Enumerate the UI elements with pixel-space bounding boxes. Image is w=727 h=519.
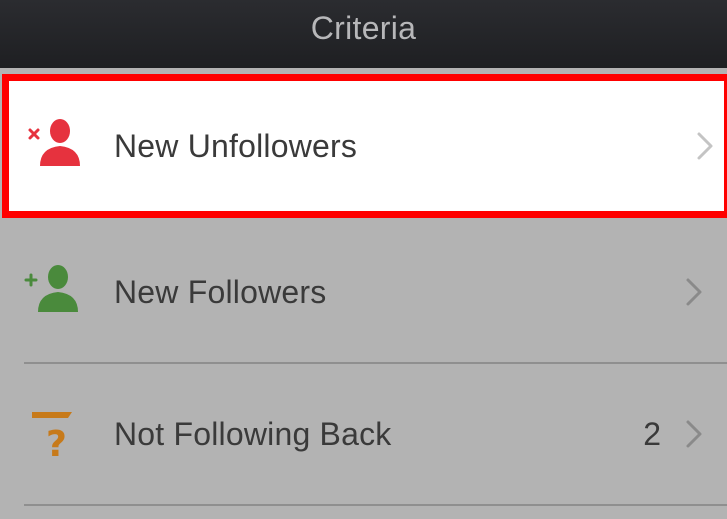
svg-text:?: ? <box>46 424 67 464</box>
row-separator <box>24 504 727 506</box>
navigation-bar: Criteria <box>0 0 727 68</box>
list-item-label: New Unfollowers <box>114 127 358 164</box>
list-item-new-followers[interactable]: New Followers <box>0 222 727 362</box>
list-item-new-unfollowers[interactable]: New Unfollowers <box>2 74 727 218</box>
chevron-right-icon <box>696 131 714 161</box>
chevron-right-icon <box>685 419 703 449</box>
list-item-not-following-back[interactable]: ? Not Following Back 2 <box>0 364 727 504</box>
list-item-label: Not Following Back <box>114 415 392 452</box>
count-badge: 2 <box>643 415 661 452</box>
question-user-icon: ? <box>24 404 84 465</box>
criteria-list: New Unfollowers New Followers ? Not Foll… <box>0 68 727 519</box>
chevron-right-icon <box>685 277 703 307</box>
page-title: Criteria <box>310 9 417 46</box>
list-item-label: New Followers <box>114 273 327 310</box>
add-user-icon <box>24 262 84 322</box>
remove-user-icon <box>26 116 86 176</box>
